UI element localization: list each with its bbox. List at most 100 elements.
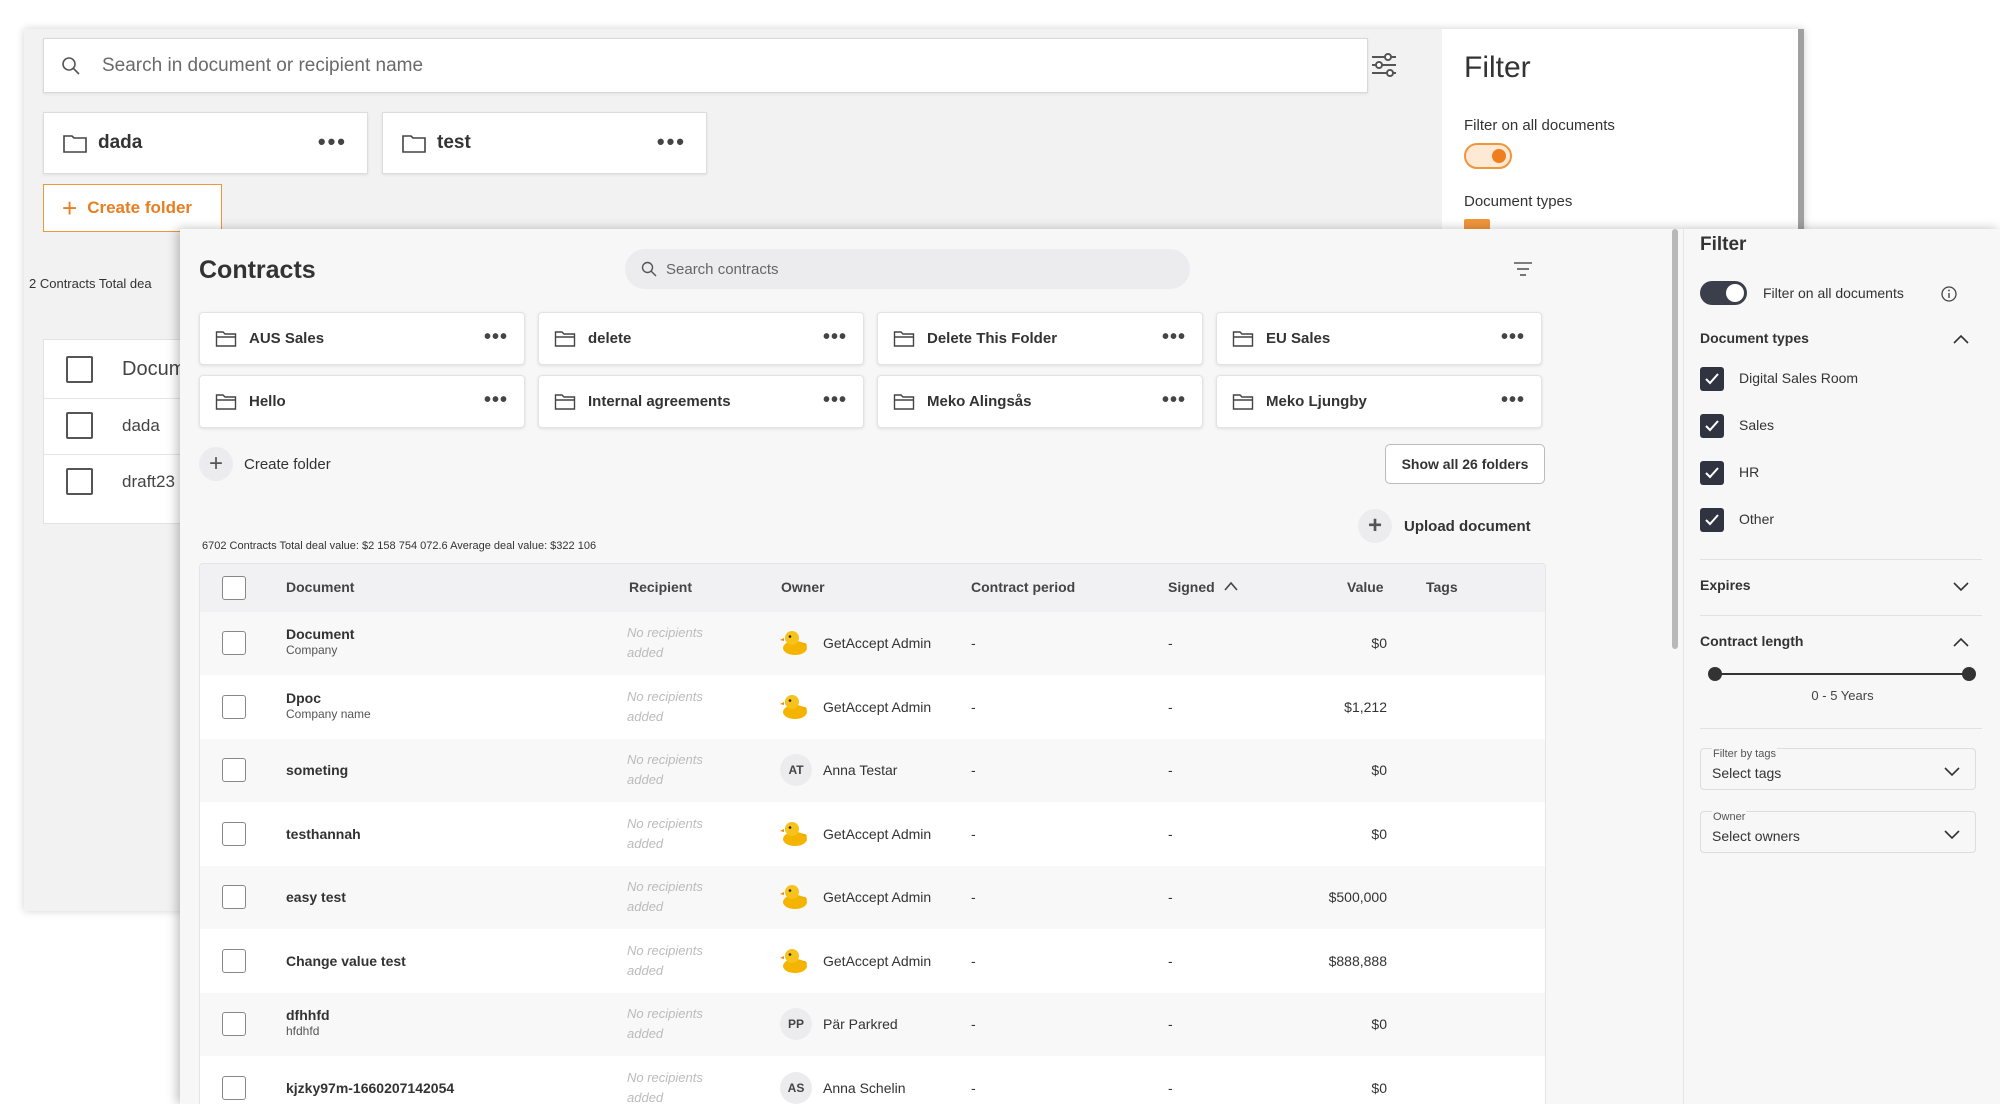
folder-card[interactable]: Hello ••• <box>199 375 525 428</box>
row-checkbox[interactable] <box>66 412 93 439</box>
length-slider-max-handle[interactable] <box>1962 667 1976 681</box>
table-row[interactable]: Change value test No recipients added GetA… <box>200 930 1545 993</box>
contract-period-cell: - <box>971 698 976 715</box>
folder-card[interactable]: Meko Alingsås ••• <box>877 375 1203 428</box>
filter-all-label: Filter on all documents <box>1763 285 1904 301</box>
more-options-icon[interactable]: ••• <box>1162 326 1186 349</box>
column-value[interactable]: Value <box>1347 579 1384 595</box>
filter-icon[interactable] <box>1512 260 1534 278</box>
contract-period-cell: - <box>971 635 976 651</box>
row-checkbox[interactable] <box>222 1075 246 1100</box>
legacy-filter-all-toggle[interactable] <box>1464 143 1512 169</box>
checkbox-digital-sales-room[interactable] <box>1700 367 1724 391</box>
folder-name: Meko Alingsås <box>927 393 1032 410</box>
row-checkbox[interactable] <box>66 468 93 495</box>
legacy-row-name: dada <box>122 416 160 435</box>
row-checkbox[interactable] <box>222 885 246 909</box>
upload-document-button[interactable]: + Upload document <box>1358 509 1531 543</box>
legacy-filter-title: Filter <box>1464 51 1531 84</box>
filter-all-toggle[interactable] <box>1700 281 1747 305</box>
checkbox-hr[interactable] <box>1700 461 1724 485</box>
document-cell[interactable]: Document Company <box>286 626 354 657</box>
owner-select[interactable]: Owner Select owners <box>1700 811 1976 853</box>
column-contract-period[interactable]: Contract period <box>971 579 1075 595</box>
chevron-up-icon[interactable] <box>1952 333 1970 345</box>
owner-avatar: AS <box>780 1071 812 1104</box>
sort-ascending-icon[interactable] <box>1223 580 1239 592</box>
more-options-icon[interactable]: ••• <box>1501 389 1525 412</box>
legacy-create-folder-button[interactable]: + Create folder <box>43 184 222 232</box>
table-row[interactable]: Document Company No recipients added GetAcc… <box>200 612 1545 675</box>
folder-card[interactable]: Meko Ljungby ••• <box>1216 375 1542 428</box>
document-cell[interactable]: Dpoc Company name <box>286 690 371 721</box>
row-checkbox[interactable] <box>222 758 246 782</box>
folder-card[interactable]: delete ••• <box>538 312 864 365</box>
more-options-icon[interactable]: ••• <box>484 326 508 349</box>
table-row[interactable]: dfhhfd hfdhfd No recipients added PP Pär Par… <box>200 993 1545 1056</box>
folder-card[interactable]: Delete This Folder ••• <box>877 312 1203 365</box>
create-folder-button[interactable]: + Create folder <box>199 447 331 481</box>
chevron-down-icon[interactable] <box>1952 580 1970 592</box>
expires-heading[interactable]: Expires <box>1700 577 1751 593</box>
column-signed[interactable]: Signed <box>1168 579 1215 595</box>
checkbox-sales[interactable] <box>1700 414 1724 438</box>
table-row[interactable]: easy test No recipients added GetAccept Ad… <box>200 866 1545 929</box>
more-options-icon[interactable]: ••• <box>823 389 847 412</box>
search-contracts-input[interactable]: Search contracts <box>625 249 1190 289</box>
document-cell[interactable]: testhannah <box>286 826 361 842</box>
select-all-checkbox[interactable] <box>222 576 246 600</box>
row-checkbox[interactable] <box>222 1012 246 1036</box>
legacy-folder-card[interactable]: dada ••• <box>43 112 368 174</box>
legacy-search-input[interactable]: Search in document or recipient name <box>43 38 1368 93</box>
more-options-icon[interactable]: ••• <box>484 389 508 412</box>
recipient-cell: No recipients added <box>627 1006 703 1041</box>
folder-name: Delete This Folder <box>927 330 1058 347</box>
recipient-cell: No recipients added <box>627 879 703 914</box>
document-types-heading[interactable]: Document types <box>1700 330 1809 346</box>
chevron-up-icon[interactable] <box>1952 636 1970 648</box>
table-row[interactable]: Dpoc Company name No recipients added GetAc… <box>200 676 1545 739</box>
select-all-checkbox[interactable] <box>66 356 93 383</box>
column-tags[interactable]: Tags <box>1426 579 1458 595</box>
type-label: Digital Sales Room <box>1739 370 1859 386</box>
scrollbar[interactable] <box>1672 229 1678 649</box>
legacy-filter-all-label: Filter on all documents <box>1464 117 1615 134</box>
document-cell[interactable]: kjzky97m-1660207142054 <box>286 1080 454 1096</box>
table-row[interactable]: kjzky97m-1660207142054 No recipients adde… <box>200 1057 1545 1104</box>
upload-document-label: Upload document <box>1404 517 1531 535</box>
folder-card[interactable]: Internal agreements ••• <box>538 375 864 428</box>
column-recipient[interactable]: Recipient <box>629 579 692 595</box>
table-row[interactable]: someting No recipients added AT Anna Testar… <box>200 739 1545 802</box>
document-cell[interactable]: dfhhfd hfdhfd <box>286 1007 330 1038</box>
folder-card[interactable]: EU Sales ••• <box>1216 312 1542 365</box>
adjustments-icon[interactable] <box>1366 47 1402 83</box>
document-cell[interactable]: someting <box>286 762 348 778</box>
more-options-icon[interactable]: ••• <box>823 326 847 349</box>
row-checkbox[interactable] <box>222 631 246 655</box>
legacy-folder-card[interactable]: test ••• <box>382 112 707 174</box>
owner-name: GetAccept Admin <box>823 889 932 905</box>
signed-cell: - <box>1168 698 1173 715</box>
row-checkbox[interactable] <box>222 694 246 719</box>
row-checkbox[interactable] <box>222 821 246 846</box>
more-options-icon[interactable]: ••• <box>657 129 686 155</box>
info-icon[interactable] <box>1940 285 1958 303</box>
row-checkbox[interactable] <box>222 948 246 973</box>
document-cell[interactable]: easy test <box>286 889 346 905</box>
signed-cell: - <box>1168 825 1173 842</box>
column-owner[interactable]: Owner <box>781 579 825 595</box>
column-document[interactable]: Document <box>286 579 354 595</box>
tags-select[interactable]: Filter by tags Select tags <box>1700 748 1976 790</box>
more-options-icon[interactable]: ••• <box>1162 389 1186 412</box>
length-slider-min-handle[interactable] <box>1708 667 1722 681</box>
checkbox-other[interactable] <box>1700 508 1724 532</box>
contract-length-heading[interactable]: Contract length <box>1700 633 1803 649</box>
document-cell[interactable]: Change value test <box>286 953 406 969</box>
length-slider-track[interactable] <box>1714 673 1969 675</box>
recipient-cell: No recipients added <box>627 815 703 851</box>
more-options-icon[interactable]: ••• <box>318 129 347 155</box>
table-row[interactable]: testhannah No recipients added GetAccept A… <box>200 803 1545 866</box>
show-all-folders-button[interactable]: Show all 26 folders <box>1385 444 1545 484</box>
more-options-icon[interactable]: ••• <box>1501 326 1525 349</box>
folder-card[interactable]: AUS Sales ••• <box>199 312 525 365</box>
